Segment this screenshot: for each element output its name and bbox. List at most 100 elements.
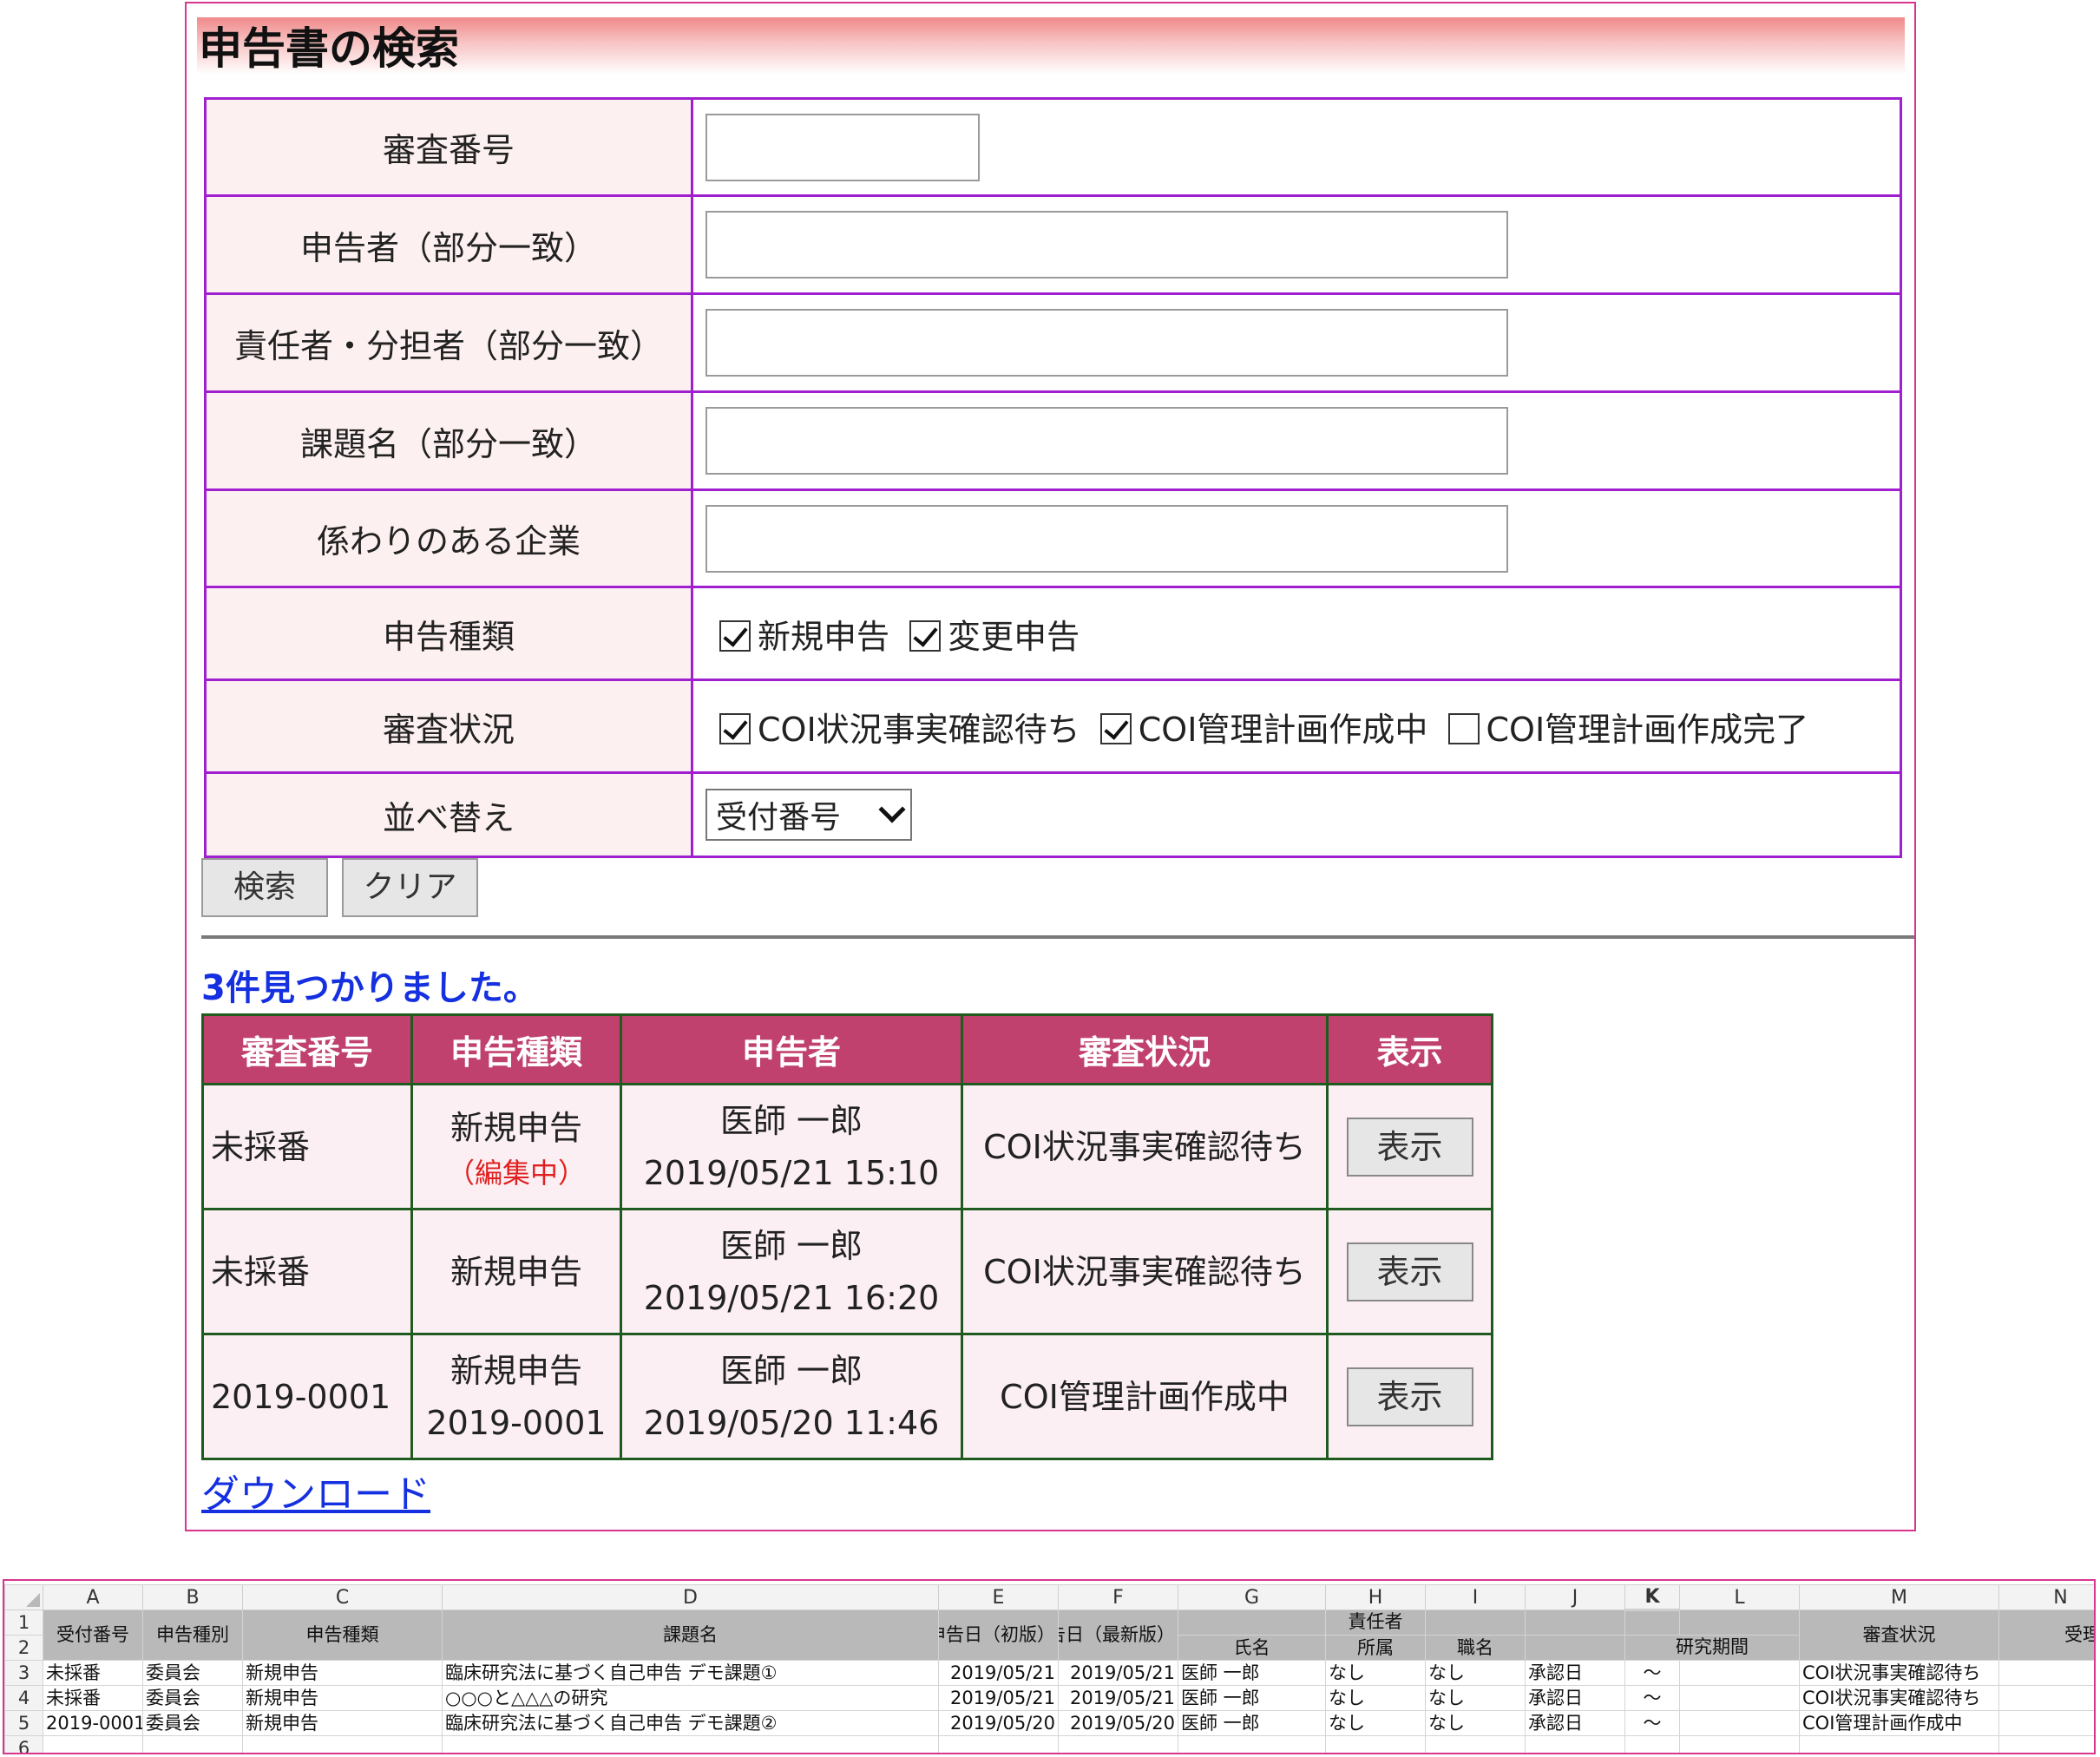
sheet-header-cell[interactable]: 申告種別 — [142, 1609, 243, 1661]
sheet-cell[interactable]: 2019/05/21 — [1058, 1660, 1178, 1686]
sheet-cell[interactable]: 2019/05/21 — [1058, 1685, 1178, 1711]
sheet-header-cell[interactable]: 申告日（初版） — [938, 1609, 1059, 1661]
show-button[interactable]: 表示 — [1346, 1117, 1473, 1177]
sheet-cell[interactable]: なし — [1325, 1660, 1426, 1686]
column-letter[interactable]: J — [1525, 1584, 1625, 1610]
sheet-cell[interactable]: 医師 一郎 — [1178, 1660, 1326, 1686]
column-letter[interactable]: M — [1799, 1584, 1999, 1610]
column-letter[interactable]: G — [1178, 1584, 1326, 1610]
checkbox-box[interactable] — [1447, 712, 1480, 744]
status-complete-checkbox[interactable]: COI管理計画作成完了 — [1447, 703, 1808, 751]
sheet-header-cell[interactable]: 申告日（最新版） — [1058, 1609, 1178, 1661]
sheet-cell[interactable]: 2019-0001 — [43, 1710, 143, 1736]
sheet-cell[interactable] — [938, 1735, 1059, 1753]
sheet-cell[interactable]: 委員会 — [142, 1685, 243, 1711]
sheet-cell[interactable] — [442, 1735, 939, 1753]
sheet-cell[interactable]: 新規申告 — [242, 1710, 443, 1736]
sheet-cell[interactable]: 未採番 — [43, 1660, 143, 1686]
sheet-cell[interactable]: 2019/05/21 — [938, 1685, 1059, 1711]
checkbox-box[interactable] — [1099, 712, 1132, 744]
sheet-cell[interactable]: 2019/05/20 — [1058, 1710, 1178, 1736]
sheet-cell[interactable]: 新規申告 — [242, 1685, 443, 1711]
sheet-cell[interactable]: 医師 一郎 — [1178, 1685, 1326, 1711]
row-number[interactable]: 1 — [4, 1609, 43, 1636]
column-letter[interactable]: B — [142, 1584, 243, 1610]
sheet-header-cell[interactable] — [1178, 1609, 1326, 1636]
row-number[interactable]: 2 — [4, 1635, 43, 1661]
sheet-header-cell[interactable] — [1425, 1609, 1526, 1636]
sheet-header-cell[interactable]: 課題名 — [442, 1609, 939, 1661]
sheet-cell[interactable] — [1325, 1735, 1426, 1753]
checkbox-box[interactable] — [719, 712, 751, 744]
responsible-input[interactable] — [705, 309, 1508, 377]
sheet-cell[interactable]: 2019/05/20 — [938, 1710, 1059, 1736]
sheet-cell[interactable] — [1679, 1685, 1800, 1711]
sheet-cell[interactable]: なし — [1425, 1660, 1526, 1686]
download-link[interactable]: ダウンロード — [201, 1463, 430, 1518]
sheet-header-cell[interactable]: 受理日 — [1998, 1609, 2094, 1661]
row-number[interactable]: 6 — [4, 1735, 43, 1753]
show-button[interactable]: 表示 — [1346, 1242, 1473, 1301]
search-button[interactable]: 検索 — [201, 858, 328, 917]
clear-button[interactable]: クリア — [342, 858, 478, 917]
review-number-input[interactable] — [705, 113, 980, 181]
show-button[interactable]: 表示 — [1346, 1367, 1473, 1426]
sheet-cell[interactable] — [1679, 1735, 1800, 1753]
select-all-corner[interactable] — [4, 1584, 43, 1610]
sheet-cell[interactable]: 医師 一郎 — [1178, 1710, 1326, 1736]
sheet-cell[interactable]: なし — [1325, 1685, 1426, 1711]
column-letter-selected[interactable]: K — [1624, 1584, 1680, 1611]
row-number[interactable]: 3 — [4, 1660, 43, 1686]
sheet-cell[interactable] — [1998, 1685, 2094, 1711]
column-letter[interactable]: H — [1325, 1584, 1426, 1610]
sheet-cell[interactable] — [1624, 1735, 1680, 1753]
sheet-cell[interactable] — [1998, 1710, 2094, 1736]
status-planning-checkbox[interactable]: COI管理計画作成中 — [1099, 703, 1427, 751]
sheet-cell[interactable] — [1799, 1735, 1999, 1753]
sheet-cell[interactable] — [1058, 1735, 1178, 1753]
sheet-cell[interactable] — [43, 1735, 143, 1753]
sheet-header-cell[interactable] — [1525, 1635, 1625, 1661]
sheet-cell[interactable] — [1425, 1735, 1526, 1753]
column-letter[interactable]: N — [1998, 1584, 2094, 1610]
sheet-header-cell[interactable]: 責任者 — [1325, 1609, 1426, 1636]
sheet-header-cell[interactable]: 受付番号 — [43, 1609, 143, 1661]
sheet-cell[interactable] — [142, 1735, 243, 1753]
sheet-cell[interactable] — [1679, 1660, 1800, 1686]
sheet-cell[interactable]: COI状況事実確認待ち — [1799, 1685, 1999, 1711]
sheet-cell[interactable]: 承認日 — [1525, 1685, 1625, 1711]
sheet-cell[interactable] — [1679, 1710, 1800, 1736]
sheet-cell[interactable] — [1998, 1735, 2094, 1753]
new-declaration-checkbox[interactable]: 新規申告 — [719, 610, 889, 658]
declarant-input[interactable] — [705, 211, 1508, 279]
sheet-header-cell[interactable]: 審査状況 — [1799, 1609, 1999, 1661]
sheet-cell[interactable]: ○○○と△△△の研究 — [442, 1685, 939, 1711]
project-name-input[interactable] — [705, 407, 1508, 475]
column-letter[interactable]: E — [938, 1584, 1059, 1610]
column-letter[interactable]: C — [242, 1584, 443, 1610]
sheet-header-cell[interactable]: 職名 — [1425, 1635, 1526, 1661]
column-letter[interactable]: A — [43, 1584, 143, 1610]
sheet-cell[interactable]: 承認日 — [1525, 1660, 1625, 1686]
sheet-header-cell[interactable]: 氏名 — [1178, 1635, 1326, 1661]
sheet-header-cell[interactable]: 研究期間 — [1624, 1635, 1800, 1661]
checkbox-box[interactable] — [719, 620, 751, 652]
sheet-cell[interactable]: なし — [1425, 1710, 1526, 1736]
sheet-header-cell[interactable] — [1679, 1609, 1800, 1636]
checkbox-box[interactable] — [909, 620, 942, 652]
sheet-cell[interactable]: 臨床研究法に基づく自己申告 デモ課題② — [442, 1710, 939, 1736]
sheet-cell[interactable]: なし — [1325, 1710, 1426, 1736]
sheet-cell[interactable]: 臨床研究法に基づく自己申告 デモ課題① — [442, 1660, 939, 1686]
sheet-cell[interactable] — [1525, 1735, 1625, 1753]
sort-select[interactable]: 受付番号 — [705, 789, 912, 841]
sheet-cell[interactable]: 未採番 — [43, 1685, 143, 1711]
column-letter[interactable]: D — [442, 1584, 939, 1610]
sheet-cell[interactable]: 新規申告 — [242, 1660, 443, 1686]
row-number[interactable]: 4 — [4, 1685, 43, 1711]
sheet-cell[interactable] — [1998, 1660, 2094, 1686]
sheet-cell[interactable]: COI状況事実確認待ち — [1799, 1660, 1999, 1686]
company-input[interactable] — [705, 504, 1508, 573]
column-letter[interactable]: L — [1679, 1584, 1800, 1610]
sheet-header-cell[interactable]: 申告種類 — [242, 1609, 443, 1661]
sheet-cell[interactable]: ～ — [1624, 1710, 1680, 1736]
